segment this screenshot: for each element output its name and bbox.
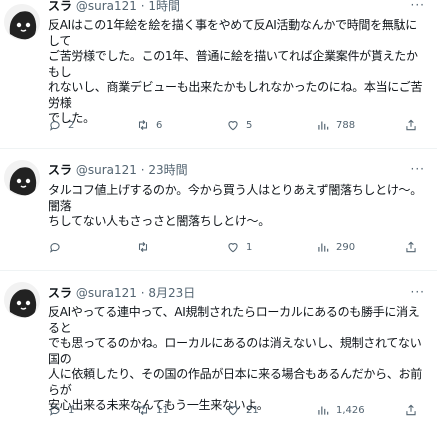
separator: · — [136, 286, 149, 300]
retweet-count: 6 — [156, 119, 163, 131]
like-button[interactable]: 21 — [226, 403, 259, 417]
views-button[interactable]: 788 — [316, 118, 355, 132]
reply-icon — [50, 243, 60, 253]
like-icon — [228, 243, 238, 253]
retweet-icon — [138, 119, 148, 131]
timestamp[interactable]: 1時間 — [148, 0, 180, 13]
handle[interactable]: @sura121 — [76, 163, 137, 177]
views-icon — [318, 243, 329, 252]
display-name[interactable]: スラ — [48, 0, 72, 13]
retweet-button[interactable] — [136, 240, 156, 254]
like-icon — [228, 121, 238, 131]
like-button[interactable]: 5 — [226, 118, 252, 132]
share-button[interactable] — [404, 118, 418, 132]
more-icon[interactable]: ··· — [411, 162, 425, 176]
views-icon — [318, 406, 329, 415]
tweet[interactable]: スラ @sura121 · 1時間 ··· 反AIはこの1年絵を絵を描く事をやめ… — [0, 0, 437, 142]
tweet-divider — [0, 270, 437, 271]
tweet-text: 反AIはこの1年絵を絵を描く事をやめて反AI活動なんかで時間を無駄にして ご苦労… — [48, 18, 423, 125]
reply-icon — [50, 406, 60, 416]
share-icon — [406, 241, 416, 253]
reply-count: 1 — [68, 404, 75, 416]
separator: · — [136, 163, 149, 177]
tweet-text: タルコフ値上げするのか。今から買う人はとりあえず闇落ちしとけ〜。闇落 ちしてない… — [48, 183, 422, 228]
like-count: 21 — [246, 404, 259, 416]
tweet-header: スラ @sura121 · 1時間 — [48, 0, 180, 13]
share-icon — [406, 404, 416, 416]
handle[interactable]: @sura121 — [76, 286, 137, 300]
tweet-divider — [0, 148, 437, 149]
like-icon — [228, 406, 238, 416]
avatar[interactable] — [4, 160, 40, 196]
more-icon[interactable]: ··· — [411, 0, 425, 12]
tweet[interactable]: スラ @sura121 · 23時間 ··· タルコフ値上げするのか。今から買う… — [0, 156, 437, 256]
tweet-actions: 2 6 5 788 — [48, 118, 424, 134]
reply-button[interactable]: 1 — [48, 403, 74, 417]
timestamp[interactable]: 23時間 — [148, 163, 187, 177]
retweet-button[interactable]: 6 — [136, 118, 162, 132]
view-count: 1,426 — [336, 404, 365, 416]
tweet-actions: 1 11 21 1,426 — [48, 403, 424, 419]
tweet-header: スラ @sura121 · 23時間 — [48, 163, 188, 177]
share-icon — [406, 119, 416, 131]
like-count: 1 — [246, 241, 253, 253]
retweet-count: 11 — [156, 404, 169, 416]
separator: · — [136, 0, 149, 13]
display-name[interactable]: スラ — [48, 163, 72, 177]
views-icon — [318, 121, 329, 130]
reply-icon — [50, 121, 60, 131]
timestamp[interactable]: 8月23日 — [148, 286, 195, 300]
avatar[interactable] — [4, 282, 40, 318]
retweet-button[interactable]: 11 — [136, 403, 169, 417]
more-icon[interactable]: ··· — [411, 285, 425, 299]
tweet[interactable]: スラ @sura121 · 8月23日 ··· 反AIやってる連中って、AI規制… — [0, 278, 437, 437]
tweet-actions: 1 290 — [48, 240, 424, 256]
view-count: 290 — [336, 241, 356, 253]
like-count: 5 — [246, 119, 253, 131]
views-button[interactable]: 290 — [316, 240, 355, 254]
handle[interactable]: @sura121 — [76, 0, 137, 13]
view-count: 788 — [336, 119, 356, 131]
tweet-text: 反AIやってる連中って、AI規制されたらローカルにあるのも勝手に消えると でも思… — [48, 305, 422, 412]
share-button[interactable] — [404, 403, 418, 417]
retweet-icon — [138, 241, 148, 253]
avatar[interactable] — [4, 4, 40, 40]
reply-button[interactable] — [48, 240, 68, 254]
display-name[interactable]: スラ — [48, 286, 72, 300]
tweet-header: スラ @sura121 · 8月23日 — [48, 286, 195, 300]
like-button[interactable]: 1 — [226, 240, 252, 254]
retweet-icon — [138, 404, 148, 416]
reply-count: 2 — [68, 119, 75, 131]
share-button[interactable] — [404, 240, 418, 254]
reply-button[interactable]: 2 — [48, 118, 74, 132]
views-button[interactable]: 1,426 — [316, 403, 365, 417]
